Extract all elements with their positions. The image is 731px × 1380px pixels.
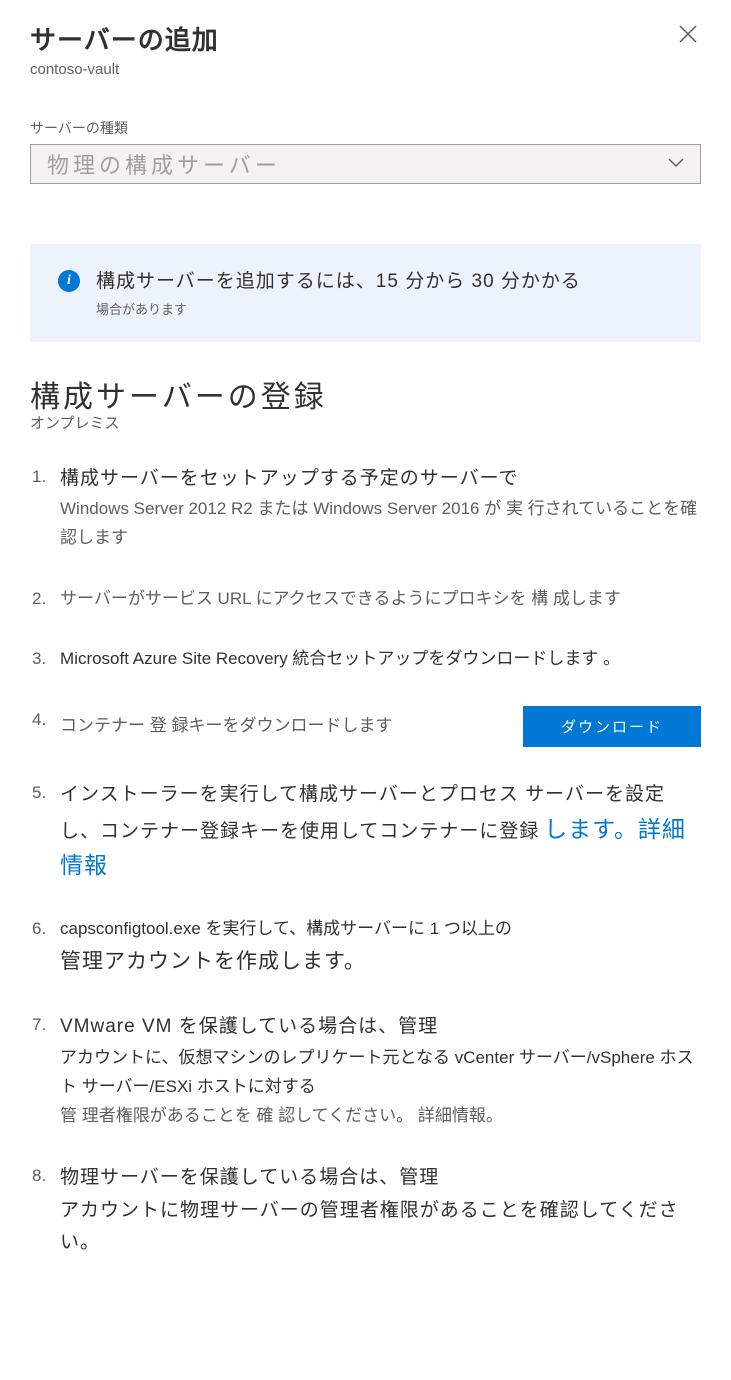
step-text: コンテナー 登 録キーをダウンロードします: [60, 712, 392, 741]
step-text: Windows Server 2012 R2 または Windows Serve…: [60, 499, 697, 547]
step-1: 構成サーバーをセットアップする予定のサーバーで Windows Server 2…: [60, 463, 701, 553]
info-text-sub: 場合があります: [96, 299, 581, 318]
step-text: 管理アカウントを作成します。: [60, 950, 366, 973]
step-text: 管 理者権限があることを 確 認してください。 詳細情報。: [60, 1106, 503, 1125]
info-text-main: 構成サーバーを追加するには、15 分から 30 分かかる: [96, 268, 581, 297]
step-5: インストーラーを実行して構成サーバーとプロセス サーバーを設定し、コンテナー登録…: [60, 779, 701, 882]
section-title: 構成サーバーの登録: [30, 372, 701, 416]
step-2: サーバーがサービス URL にアクセスできるようにプロキシを 構 成します: [60, 585, 701, 614]
step-text: 構成サーバーをセットアップする予定のサーバーで: [60, 468, 518, 489]
step-text: サーバーがサービス URL にアクセスできるようにプロキシを 構 成します: [60, 589, 621, 608]
chevron-down-icon: [668, 155, 684, 173]
close-icon: [679, 25, 697, 43]
page-subtitle: contoso-vault: [30, 61, 701, 78]
info-icon: i: [58, 270, 80, 292]
steps-list: 構成サーバーをセットアップする予定のサーバーで Windows Server 2…: [30, 463, 701, 1260]
info-banner: i 構成サーバーを追加するには、15 分から 30 分かかる 場合があります: [30, 244, 701, 342]
step-text: アカウントに物理サーバーの管理者権限があることを確認してください。: [60, 1200, 679, 1253]
step-4: コンテナー 登 録キーをダウンロードします ダウンロード: [60, 706, 701, 747]
step-text: capsconfigtool.exe を実行して、構成サーバーに 1 つ以上の: [60, 919, 512, 938]
close-button[interactable]: [675, 20, 701, 52]
page-title: サーバーの追加: [30, 20, 219, 57]
step-8: 物理サーバーを保護している場合は、管理 アカウントに物理サーバーの管理者権限があ…: [60, 1162, 701, 1259]
step-7: VMware VM を保護している場合は、管理 アカウントに、仮想マシンのレプリ…: [60, 1011, 701, 1130]
download-button[interactable]: ダウンロード: [523, 706, 701, 747]
dropdown-selected-value: 物理の構成サーバー: [47, 148, 281, 180]
step-3: Microsoft Azure Site Recovery 統合セットアップをダ…: [60, 645, 701, 674]
step-6: capsconfigtool.exe を実行して、構成サーバーに 1 つ以上の …: [60, 915, 701, 980]
step-text: アカウントに、仮想マシンのレプリケート元となる vCenter サーバー/vSp…: [60, 1048, 694, 1096]
step-text: VMware VM を保護している場合は、管理: [60, 1016, 438, 1037]
server-type-label: サーバーの種類: [30, 118, 701, 138]
server-type-dropdown[interactable]: 物理の構成サーバー: [30, 144, 701, 184]
step-text: 物理サーバーを保護している場合は、管理: [60, 1167, 439, 1188]
step-text: Microsoft Azure Site Recovery 統合セットアップをダ…: [60, 649, 620, 668]
